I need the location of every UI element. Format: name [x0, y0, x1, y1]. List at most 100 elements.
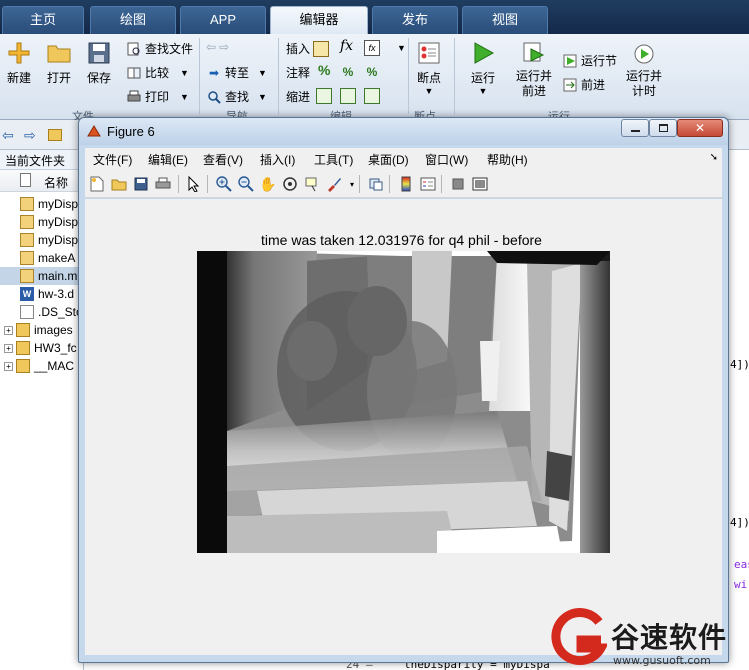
- file-list-item-selected[interactable]: main.m: [0, 267, 84, 285]
- menu-window[interactable]: 窗口(W): [425, 151, 468, 168]
- rotate-3d-icon[interactable]: [281, 175, 299, 193]
- tab-editor[interactable]: 编辑器: [270, 6, 368, 34]
- print-button[interactable]: 打印 ▼: [126, 88, 189, 105]
- find-files-icon: [126, 41, 142, 57]
- back-arrow-icon[interactable]: ⇦: [2, 127, 14, 144]
- decrease-indent-button[interactable]: [364, 88, 380, 104]
- zoom-out-icon[interactable]: [237, 175, 255, 193]
- hide-plot-tools-icon[interactable]: [449, 175, 467, 193]
- maximize-button[interactable]: [649, 119, 677, 137]
- find-button[interactable]: 查找 ▼: [206, 88, 267, 105]
- menu-tools[interactable]: 工具(T): [314, 151, 353, 168]
- folder-up-icon[interactable]: [48, 129, 62, 141]
- disparity-map-image[interactable]: [197, 251, 610, 553]
- run-advance-label: 运行并 前进: [516, 69, 553, 98]
- find-files-button[interactable]: 查找文件: [126, 40, 193, 57]
- figure-window[interactable]: Figure 6 ✕ 文件(F) 编辑(E) 查看(V) 插入(I) 工具(T)…: [78, 117, 729, 663]
- new-figure-icon[interactable]: [88, 175, 106, 193]
- comment-percent-button[interactable]: %: [318, 62, 330, 78]
- menu-view[interactable]: 查看(V): [203, 151, 243, 168]
- uncomment-icon: %: [342, 65, 354, 79]
- run-section-button[interactable]: 运行节: [562, 52, 617, 69]
- folder-list-item[interactable]: + __MAC: [4, 357, 88, 375]
- matlab-file-icon: [20, 197, 34, 211]
- show-plot-tools-icon[interactable]: [471, 175, 489, 193]
- smart-indent-button[interactable]: [316, 88, 332, 104]
- uncomment-button[interactable]: %: [340, 64, 356, 80]
- insert-section-icon: [313, 40, 330, 57]
- new-button[interactable]: 新建: [6, 40, 32, 86]
- compare-button[interactable]: 比较 ▼: [126, 64, 189, 81]
- goto-button[interactable]: ➡ 转至 ▼: [206, 64, 267, 81]
- tab-publish[interactable]: 发布: [372, 6, 458, 34]
- insert-label: 插入: [286, 42, 311, 56]
- indent-button[interactable]: 缩进: [286, 88, 310, 105]
- expand-plus-icon[interactable]: +: [4, 325, 13, 335]
- brush-icon[interactable]: [325, 175, 343, 193]
- run-and-advance-button[interactable]: 运行并 前进: [516, 40, 552, 99]
- tab-home[interactable]: 主页: [2, 6, 84, 34]
- minimize-button[interactable]: [621, 119, 649, 137]
- plot-title: time was taken 12.031976 for q4 phil - b…: [261, 232, 542, 248]
- print-label: 打印: [145, 90, 170, 104]
- folder-list-item[interactable]: + images: [4, 321, 88, 339]
- figure-canvas[interactable]: time was taken 12.031976 for q4 phil - b…: [85, 199, 722, 655]
- open-button[interactable]: 打开: [46, 40, 72, 86]
- open-file-icon[interactable]: [110, 175, 128, 193]
- print-icon[interactable]: [154, 175, 172, 193]
- toolbar-separator: [441, 175, 442, 193]
- increase-indent-button[interactable]: [340, 88, 356, 104]
- toolbar-separator: [389, 175, 390, 193]
- compare-label: 比较: [145, 66, 170, 80]
- legend-icon[interactable]: [419, 175, 437, 193]
- run-and-time-button[interactable]: 运行并 计时: [626, 40, 662, 99]
- run-button[interactable]: 运行 ▼: [470, 40, 496, 96]
- zoom-in-icon[interactable]: [215, 175, 233, 193]
- watermark-logo: 谷速软件 www.gusuoft.com: [543, 606, 749, 670]
- find-label: 查找: [225, 90, 250, 104]
- new-icon: [6, 40, 32, 66]
- run-time-icon: [631, 40, 657, 66]
- colorbar-icon[interactable]: [397, 175, 415, 193]
- tab-plots[interactable]: 绘图: [90, 6, 176, 34]
- back-forward-buttons[interactable]: ⇦ ⇨: [206, 40, 229, 54]
- tab-view[interactable]: 视图: [462, 6, 548, 34]
- folder-list-item[interactable]: + HW3_fc: [4, 339, 88, 357]
- function-browser-button[interactable]: fx ▼: [364, 40, 406, 56]
- column-header[interactable]: 名称: [0, 170, 84, 192]
- expand-plus-icon[interactable]: +: [4, 343, 13, 353]
- forward-arrow-icon[interactable]: ⇨: [24, 127, 36, 144]
- dock-arrow-icon[interactable]: ➘: [710, 152, 718, 163]
- close-icon: ✕: [694, 121, 706, 135]
- printer-icon: [126, 89, 142, 105]
- save-icon[interactable]: [132, 175, 150, 193]
- compare-icon: [126, 65, 142, 81]
- menu-desktop[interactable]: 桌面(D): [368, 151, 409, 168]
- figure-title-bar[interactable]: Figure 6 ✕: [79, 118, 728, 145]
- insert-button[interactable]: 插入: [286, 40, 330, 57]
- advance-icon: [562, 77, 578, 93]
- column-name-label: 名称: [44, 176, 69, 190]
- advance-button[interactable]: 前进: [562, 76, 605, 93]
- link-plot-icon[interactable]: [367, 175, 385, 193]
- wrap-comments-button[interactable]: %: [364, 64, 380, 80]
- tab-apps[interactable]: APP: [180, 6, 266, 34]
- comment-button[interactable]: 注释: [286, 64, 310, 81]
- goto-arrow-icon: ➡: [208, 65, 220, 80]
- menu-file[interactable]: 文件(F): [93, 151, 132, 168]
- breakpoints-button[interactable]: 断点 ▼: [416, 40, 442, 96]
- data-cursor-icon[interactable]: [303, 175, 321, 193]
- save-button[interactable]: 保存: [86, 40, 112, 86]
- menu-insert[interactable]: 插入(I): [260, 151, 295, 168]
- pointer-icon[interactable]: [185, 175, 203, 193]
- menu-help[interactable]: 帮助(H): [487, 151, 528, 168]
- expand-plus-icon[interactable]: +: [4, 361, 13, 371]
- run-time-label: 运行并 计时: [626, 69, 663, 98]
- insert-function-button[interactable]: fx: [340, 38, 353, 54]
- toolbar-separator: [207, 175, 208, 193]
- file-name: .DS_Sto: [38, 305, 83, 319]
- pan-icon[interactable]: ✋: [259, 175, 277, 193]
- folder-name: images: [34, 323, 73, 337]
- menu-edit[interactable]: 编辑(E): [148, 151, 188, 168]
- close-button[interactable]: ✕: [677, 119, 723, 137]
